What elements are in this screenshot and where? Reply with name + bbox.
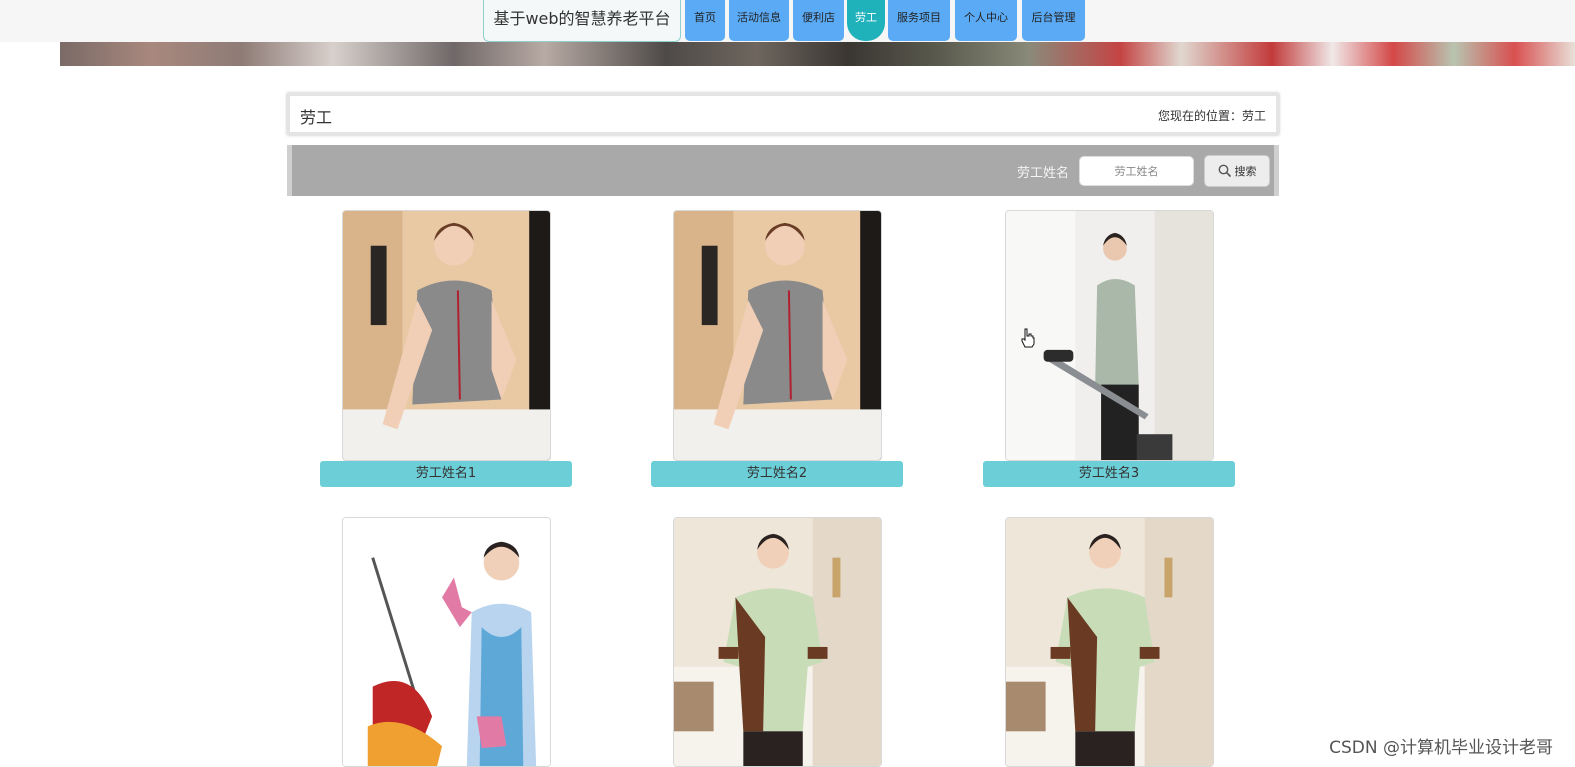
- nav-activities[interactable]: 活动信息: [729, 0, 789, 41]
- worker-name[interactable]: 劳工姓名3: [983, 461, 1235, 487]
- site-title[interactable]: 基于web的智慧养老平台: [483, 0, 681, 42]
- nav-workers[interactable]: 劳工: [847, 0, 885, 41]
- nav-admin[interactable]: 后台管理: [1022, 0, 1085, 41]
- watermark: CSDN @计算机毕业设计老哥: [1329, 738, 1553, 758]
- worker-photo[interactable]: [342, 210, 551, 461]
- worker-name[interactable]: 劳工姓名2: [651, 461, 903, 487]
- nav-services[interactable]: 服务项目: [888, 0, 950, 41]
- worker-photo[interactable]: [342, 517, 551, 767]
- worker-name[interactable]: 劳工姓名1: [320, 461, 572, 487]
- search-button[interactable]: 搜索: [1204, 155, 1270, 187]
- search-label: 劳工姓名: [1017, 166, 1070, 181]
- nav-convenience-store[interactable]: 便利店: [793, 0, 844, 41]
- worker-photo[interactable]: [1005, 517, 1214, 767]
- search-bar: 劳工姓名 搜索: [287, 145, 1279, 196]
- top-navigation-bar: 基于web的智慧养老平台 首页 活动信息 便利店 劳工 服务项目 个人中心 后台…: [0, 0, 1575, 42]
- nav-personal-center[interactable]: 个人中心: [955, 0, 1017, 41]
- worker-photo[interactable]: [1005, 210, 1214, 461]
- current-location: 您现在的位置：劳工: [1157, 109, 1266, 123]
- worker-photo[interactable]: [673, 210, 882, 461]
- search-button-label: 搜索: [1234, 165, 1257, 178]
- banner-image: [60, 42, 1575, 66]
- hand-pointer-cursor-icon: [1021, 328, 1035, 348]
- page-title: 劳工: [300, 108, 333, 127]
- breadcrumb: 劳工 您现在的位置：劳工: [287, 93, 1279, 135]
- worker-photo[interactable]: [673, 517, 882, 767]
- worker-name-search-input[interactable]: [1079, 156, 1194, 186]
- search-icon: [1218, 164, 1231, 178]
- nav-home[interactable]: 首页: [685, 0, 725, 41]
